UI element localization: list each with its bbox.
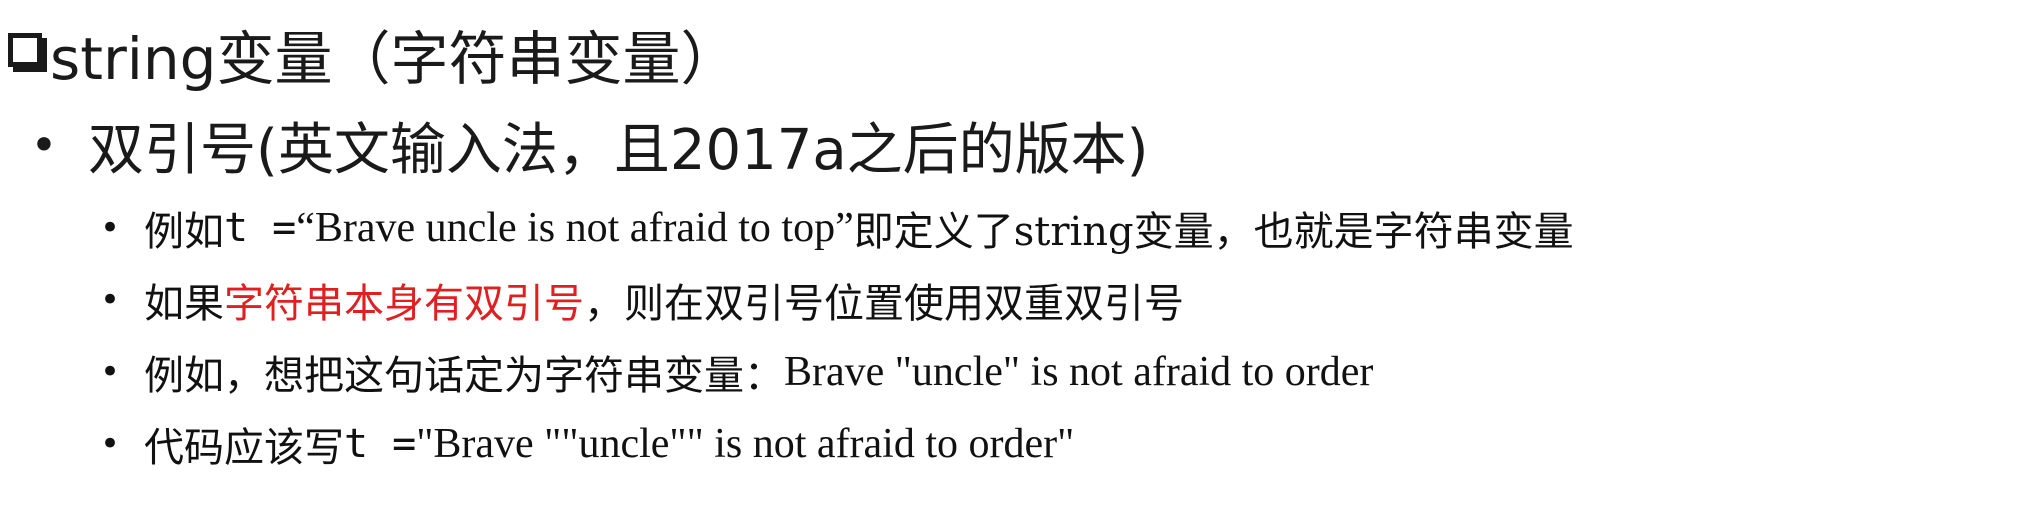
bullet-dot-icon: •	[100, 352, 121, 392]
checkbox-bullet-icon	[8, 33, 42, 67]
sub-point-4-prefix: 代码应该写	[144, 425, 344, 471]
sub-point-1-quote: “Brave uncle is not afraid to top”	[296, 205, 854, 251]
sub-point-3-prefix: 例如，想把这句话定为字符串变量：	[144, 353, 784, 399]
bullet-dot-icon: •	[100, 424, 121, 464]
sub-point-1: • 例如 t = “Brave uncle is not afraid to t…	[100, 192, 1574, 264]
sub-point-2: • 如果 字符串本身有双引号 ，则在双引号位置使用双重双引号	[100, 264, 1574, 336]
slide-title-text: string变量（字符串变量）	[50, 25, 739, 93]
bullet-dot-icon: •	[100, 208, 121, 248]
sub-point-1-prefix: 例如	[144, 209, 224, 255]
sub-point-4-quote: "Brave ""uncle"" is not afraid to order"	[416, 421, 1075, 467]
bullet-dot-icon: •	[30, 118, 58, 172]
sub-point-list: • 例如 t = “Brave uncle is not afraid to t…	[100, 192, 1574, 480]
sub-point-2-suffix: ，则在双引号位置使用双重双引号	[584, 281, 1184, 327]
main-point: • 双引号(英文输入法，且2017a之后的版本)	[0, 105, 1149, 185]
sub-point-1-suffix: 即定义了string变量，也就是字符串变量	[853, 209, 1574, 255]
sub-point-4: • 代码应该写 t = "Brave ""uncle"" is not afra…	[100, 408, 1574, 480]
sub-point-3-quote: Brave "uncle" is not afraid to order	[784, 349, 1374, 395]
sub-point-2-highlight: 字符串本身有双引号	[224, 281, 584, 327]
sub-point-1-code: t =	[224, 205, 297, 251]
sub-point-3: • 例如，想把这句话定为字符串变量： Brave "uncle" is not …	[100, 336, 1574, 408]
sub-point-2-prefix: 如果	[144, 281, 224, 327]
sub-point-4-code: t =	[344, 421, 417, 467]
main-point-text: 双引号(英文输入法，且2017a之后的版本)	[88, 117, 1149, 183]
bullet-dot-icon: •	[100, 280, 121, 320]
slide: string变量（字符串变量） • 双引号(英文输入法，且2017a之后的版本)…	[0, 0, 2023, 519]
slide-title: string变量（字符串变量）	[8, 14, 739, 94]
